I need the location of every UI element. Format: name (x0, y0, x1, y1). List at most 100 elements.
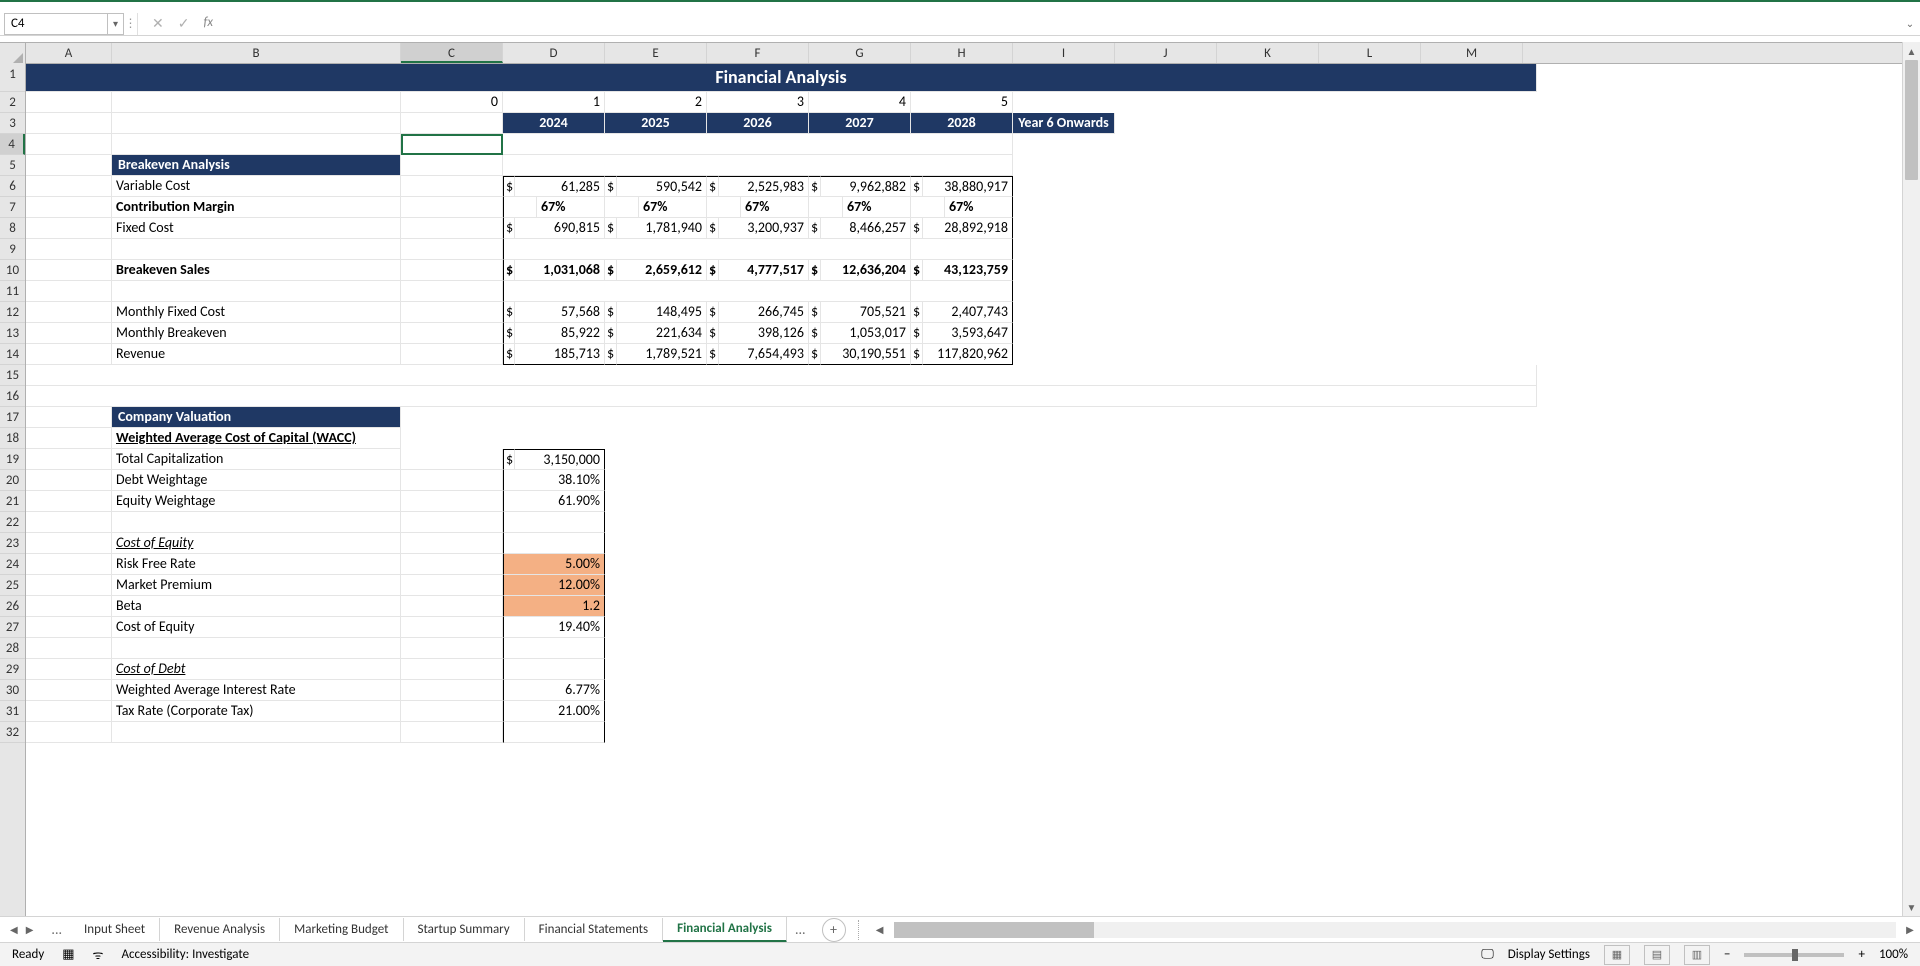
row-header[interactable]: 27 (0, 617, 25, 638)
row-header[interactable]: 6 (0, 176, 25, 197)
year-header-2024[interactable]: 2024 (503, 113, 605, 134)
display-settings-label[interactable]: Display Settings (1508, 947, 1590, 962)
tab-divider[interactable] (858, 920, 866, 940)
row-header[interactable]: 19 (0, 449, 25, 470)
year-num-4[interactable]: 4 (809, 92, 911, 113)
year-num-0[interactable]: 0 (401, 92, 503, 113)
row-header[interactable]: 29 (0, 659, 25, 680)
row-header[interactable]: 21 (0, 491, 25, 512)
spreadsheet-grid[interactable]: Financial Analysis 0 1 2 3 4 5 2024 2025… (26, 64, 1902, 916)
name-box-dropdown-icon[interactable]: ▾ (108, 13, 124, 35)
label-cost-equity[interactable]: Cost of Equity (112, 617, 401, 638)
tab-overflow-right-icon[interactable]: ... (787, 921, 814, 938)
col-header-i[interactable]: I (1013, 43, 1115, 63)
select-all-corner[interactable] (0, 43, 26, 65)
view-normal-button[interactable]: ▦ (1604, 945, 1630, 965)
selected-cell-c4[interactable] (401, 134, 503, 155)
row-header[interactable]: 15 (0, 365, 25, 386)
row-header[interactable]: 23 (0, 533, 25, 554)
name-box[interactable]: C4 (4, 13, 108, 35)
col-header-m[interactable]: M (1421, 43, 1523, 63)
label-total-cap[interactable]: Total Capitalization (112, 449, 401, 470)
col-header-j[interactable]: J (1115, 43, 1217, 63)
vertical-scrollbar[interactable]: ▲ ▼ (1902, 42, 1920, 916)
row-header[interactable]: 8 (0, 218, 25, 239)
macro-record-icon[interactable]: ▦ (62, 947, 74, 962)
fx-icon[interactable]: fx (203, 15, 213, 32)
sheet-tab-statements[interactable]: Financial Statements (525, 918, 663, 941)
row-header[interactable]: 10 (0, 260, 25, 281)
accessibility-icon[interactable]: ᯤ (93, 946, 104, 963)
label-breakeven-sales[interactable]: Breakeven Sales (112, 260, 401, 281)
row-header[interactable]: 17 (0, 407, 25, 428)
row-header[interactable]: 20 (0, 470, 25, 491)
row-header[interactable]: 32 (0, 722, 25, 743)
label-market-premium[interactable]: Market Premium (112, 575, 401, 596)
view-page-layout-button[interactable]: ▤ (1644, 945, 1670, 965)
label-beta[interactable]: Beta (112, 596, 401, 617)
hscroll-thumb[interactable] (894, 922, 1094, 938)
display-settings-icon[interactable]: 🖵 (1481, 947, 1494, 962)
label-variable-cost[interactable]: Variable Cost (112, 176, 401, 197)
row-header[interactable]: 28 (0, 638, 25, 659)
row-header[interactable]: 11 (0, 281, 25, 302)
zoom-out-button[interactable]: − (1724, 947, 1730, 962)
col-header-d[interactable]: D (503, 43, 605, 63)
formula-expand-icon[interactable]: ⌄ (1900, 17, 1920, 30)
hscroll-right-icon[interactable]: ▶ (1900, 923, 1920, 936)
row-header[interactable]: 24 (0, 554, 25, 575)
sheet-tab-startup[interactable]: Startup Summary (404, 918, 525, 941)
col-header-c[interactable]: C (401, 43, 503, 63)
label-risk-free[interactable]: Risk Free Rate (112, 554, 401, 575)
zoom-level[interactable]: 100% (1879, 947, 1908, 962)
scroll-up-icon[interactable]: ▲ (1903, 42, 1920, 60)
row-header[interactable]: 14 (0, 344, 25, 365)
year-header-2026[interactable]: 2026 (707, 113, 809, 134)
label-equity-weight[interactable]: Equity Weightage (112, 491, 401, 512)
label-cost-debt-section[interactable]: Cost of Debt (112, 659, 401, 680)
year-num-1[interactable]: 1 (503, 92, 605, 113)
label-debt-weight[interactable]: Debt Weightage (112, 470, 401, 491)
title-banner[interactable]: Financial Analysis (26, 64, 1537, 92)
tab-nav-first-icon[interactable]: ◀ (10, 923, 18, 936)
col-header-f[interactable]: F (707, 43, 809, 63)
add-sheet-button[interactable]: + (822, 918, 846, 942)
label-monthly-fixed[interactable]: Monthly Fixed Cost (112, 302, 401, 323)
label-tax-rate[interactable]: Tax Rate (Corporate Tax) (112, 701, 401, 722)
row-header[interactable]: 26 (0, 596, 25, 617)
view-page-break-button[interactable]: ▥ (1684, 945, 1710, 965)
row-header[interactable]: 16 (0, 386, 25, 407)
row-header[interactable]: 12 (0, 302, 25, 323)
year-header-2027[interactable]: 2027 (809, 113, 911, 134)
row-header[interactable]: 3 (0, 113, 25, 134)
label-wacc[interactable]: Weighted Average Cost of Capital (WACC) (112, 428, 401, 449)
row-header[interactable]: 5 (0, 155, 25, 176)
sheet-tab-input[interactable]: Input Sheet (70, 918, 160, 941)
col-header-l[interactable]: L (1319, 43, 1421, 63)
label-wair[interactable]: Weighted Average Interest Rate (112, 680, 401, 701)
col-header-g[interactable]: G (809, 43, 911, 63)
row-header[interactable]: 25 (0, 575, 25, 596)
section-valuation[interactable]: Company Valuation (112, 407, 401, 428)
sheet-tab-revenue[interactable]: Revenue Analysis (160, 918, 280, 941)
col-header-h[interactable]: H (911, 43, 1013, 63)
formula-input[interactable] (231, 13, 1900, 35)
row-header[interactable]: 2 (0, 92, 25, 113)
tab-overflow-icon[interactable]: ... (43, 921, 70, 938)
vscroll-thumb[interactable] (1905, 60, 1918, 180)
label-fixed-cost[interactable]: Fixed Cost (112, 218, 401, 239)
hscroll-left-icon[interactable]: ◀ (870, 923, 890, 936)
year-header-2025[interactable]: 2025 (605, 113, 707, 134)
year-num-3[interactable]: 3 (707, 92, 809, 113)
year-header-2028[interactable]: 2028 (911, 113, 1013, 134)
row-header[interactable]: 4 (0, 134, 25, 155)
row-header[interactable]: 22 (0, 512, 25, 533)
zoom-in-button[interactable]: + (1858, 947, 1864, 962)
col-header-a[interactable]: A (26, 43, 112, 63)
row-header[interactable]: 13 (0, 323, 25, 344)
row-header[interactable]: 9 (0, 239, 25, 260)
year-header-onwards[interactable]: Year 6 Onwards (1013, 113, 1115, 134)
tab-nav-prev-icon[interactable]: ▶ (26, 923, 34, 936)
label-contribution-margin[interactable]: Contribution Margin (112, 197, 401, 218)
label-cost-equity-section[interactable]: Cost of Equity (112, 533, 401, 554)
